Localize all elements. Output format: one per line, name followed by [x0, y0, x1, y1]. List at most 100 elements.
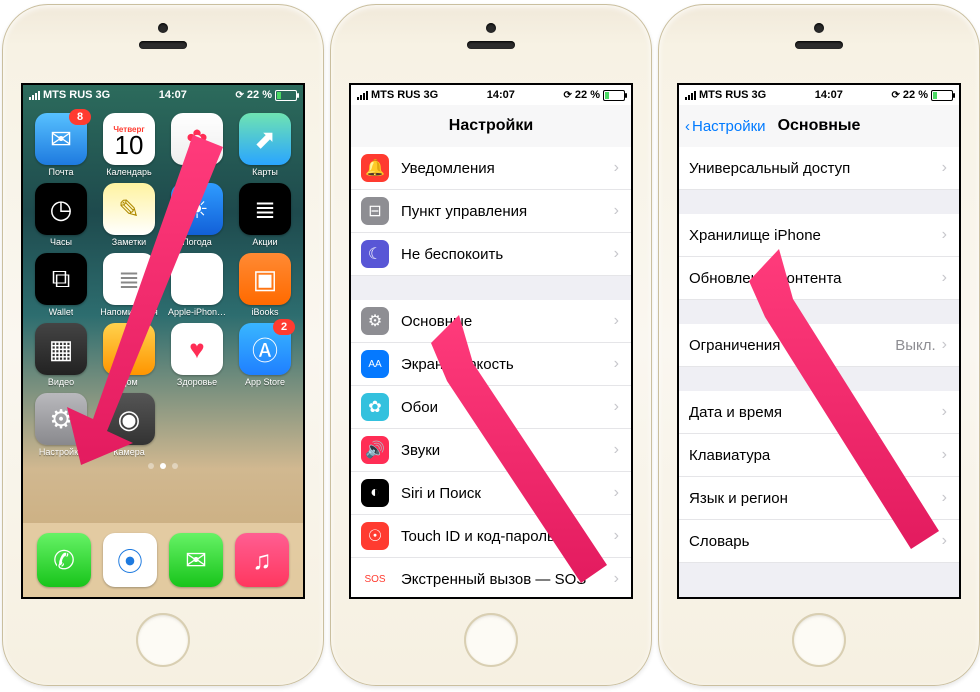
row-label: Не беспокоить — [401, 246, 614, 263]
settings-row-Экран и яркость[interactable]: AAЭкран и яркость› — [351, 343, 631, 386]
settings-row-Основные[interactable]: ⚙︎Основные› — [351, 300, 631, 343]
general-row-Ограничения[interactable]: ОграниченияВыкл.› — [679, 324, 959, 367]
row-label: Звуки — [401, 442, 614, 459]
app-Фото[interactable]: ✿ Фото — [165, 113, 229, 177]
app-Камера[interactable]: ◉Камера — [97, 393, 161, 457]
app-icon: ✎ — [103, 183, 155, 235]
navbar-settings: Настройки — [351, 105, 631, 148]
battery-icon — [931, 90, 953, 101]
chevron-right-icon: › — [614, 527, 619, 545]
camera-dot — [158, 23, 168, 33]
battery-pct: 22 % — [247, 89, 272, 101]
camera-dot — [486, 23, 496, 33]
app-icon: ◷ — [35, 183, 87, 235]
chevron-right-icon: › — [942, 269, 947, 287]
row-label: Универсальный доступ — [689, 160, 942, 177]
app-Почта[interactable]: ✉︎8Почта — [29, 113, 93, 177]
app-Настройки[interactable]: ⚙︎Настройки — [29, 393, 93, 457]
general-row-Дата и время[interactable]: Дата и время› — [679, 391, 959, 434]
chevron-right-icon: › — [614, 398, 619, 416]
app-Карты[interactable]: ⬈Карты — [233, 113, 297, 177]
screen-settings: MTS RUS 3G 14:07 ⟳ 22 % Настройки 🔔Уведо… — [349, 83, 633, 599]
battery-icon — [603, 90, 625, 101]
chevron-right-icon: › — [942, 403, 947, 421]
dock-messages[interactable]: ✉︎ — [169, 533, 223, 587]
row-label: Клавиатура — [689, 447, 942, 464]
battery-icon — [275, 90, 297, 101]
settings-row-Не беспокоить[interactable]: ☾Не беспокоить› — [351, 233, 631, 276]
settings-row-Экстренный вызов — SOS[interactable]: SOSЭкстренный вызов — SOS› — [351, 558, 631, 597]
app-icon: Ⓐ2 — [239, 323, 291, 375]
app-Дом[interactable]: ⌂Дом — [97, 323, 161, 387]
app-Напоминания[interactable]: ≣Напоминания — [97, 253, 161, 317]
row-icon: ◐ — [361, 479, 389, 507]
chevron-left-icon: ‹ — [685, 118, 690, 135]
chevron-right-icon: › — [614, 355, 619, 373]
orientation-lock-icon: ⟳ — [892, 90, 900, 101]
app-Wallet[interactable]: ⧉Wallet — [29, 253, 93, 317]
app-label: Дом — [120, 377, 137, 387]
phone-home: MTS RUS 3G 14:07 ⟳ 22 % ✉︎8ПочтаЧетверг1… — [2, 4, 324, 686]
home-button[interactable] — [792, 613, 846, 667]
app-Часы[interactable]: ◷Часы — [29, 183, 93, 247]
row-icon: ☾ — [361, 240, 389, 268]
app-iBooks[interactable]: ▣iBooks — [233, 253, 297, 317]
app-Календарь[interactable]: Четверг10Календарь — [97, 113, 161, 177]
status-bar: MTS RUS 3G 14:07 ⟳ 22 % — [23, 85, 303, 105]
signal-icon — [357, 91, 368, 100]
carrier-label: MTS RUS — [699, 89, 749, 101]
row-label: Экстренный вызов — SOS — [401, 571, 614, 588]
orientation-lock-icon: ⟳ — [564, 90, 572, 101]
row-icon: 🔔 — [361, 154, 389, 182]
row-icon: ⊟ — [361, 197, 389, 225]
app-icon: ✿ — [171, 113, 223, 165]
status-bar: MTS RUS 3G 14:07 ⟳ 22 % — [679, 85, 959, 105]
settings-row-Звуки[interactable]: 🔊Звуки› — [351, 429, 631, 472]
app-label: Камера — [113, 447, 144, 457]
back-button[interactable]: ‹ Настройки — [685, 118, 766, 135]
row-label: Уведомления — [401, 160, 614, 177]
app-Заметки[interactable]: ✎ Заметки — [97, 183, 161, 247]
settings-row-Уведомления[interactable]: 🔔Уведомления› — [351, 147, 631, 190]
app-Погода[interactable]: ☀︎Погода — [165, 183, 229, 247]
app-label: Напоминания — [100, 307, 157, 317]
settings-row-Siri и Поиск[interactable]: ◐Siri и Поиск› — [351, 472, 631, 515]
app-label: iBooks — [251, 307, 278, 317]
app-label: App Store — [245, 377, 285, 387]
app-label: Акции — [252, 237, 277, 247]
app-Apple-iPhon…[interactable]: Apple-iPhon… — [165, 253, 229, 317]
screen-general: MTS RUS 3G 14:07 ⟳ 22 % ‹ Настройки Осно… — [677, 83, 961, 599]
navbar-general: ‹ Настройки Основные — [679, 105, 959, 148]
app-Здоровье[interactable]: ♥︎Здоровье — [165, 323, 229, 387]
dock-phone[interactable]: ✆ — [37, 533, 91, 587]
dock-safari[interactable]: ⦿ — [103, 533, 157, 587]
settings-row-Обои[interactable]: ✿Обои› — [351, 386, 631, 429]
app-label: Заметки — [112, 237, 146, 247]
settings-row-Пункт управления[interactable]: ⊟Пункт управления› — [351, 190, 631, 233]
app-label: Здоровье — [177, 377, 217, 387]
settings-row-Touch ID и код-пароль[interactable]: ☉Touch ID и код-пароль› — [351, 515, 631, 558]
row-icon: SOS — [361, 565, 389, 593]
general-row-Хранилище iPhone[interactable]: Хранилище iPhone› — [679, 214, 959, 257]
home-button[interactable] — [136, 613, 190, 667]
chevron-right-icon: › — [614, 484, 619, 502]
general-row-Клавиатура[interactable]: Клавиатура› — [679, 434, 959, 477]
home-button[interactable] — [464, 613, 518, 667]
speaker-slot — [139, 41, 187, 49]
app-App Store[interactable]: Ⓐ2 App Store — [233, 323, 297, 387]
app-Акции[interactable]: ≣Акции — [233, 183, 297, 247]
page-title: Основные — [778, 117, 861, 135]
general-row-Обновление контента[interactable]: Обновление контента› — [679, 257, 959, 300]
row-label: Экран и яркость — [401, 356, 614, 373]
app-label: Фото — [187, 167, 208, 177]
speaker-slot — [795, 41, 843, 49]
dock-music[interactable]: ♫ — [235, 533, 289, 587]
dock: ✆⦿✉︎♫ — [23, 523, 303, 597]
clock: 14:07 — [815, 89, 843, 101]
general-row-Словарь[interactable]: Словарь› — [679, 520, 959, 563]
general-row-Язык и регион[interactable]: Язык и регион› — [679, 477, 959, 520]
signal-icon — [29, 91, 40, 100]
row-icon: 🔊 — [361, 436, 389, 464]
general-row-Универсальный доступ[interactable]: Универсальный доступ› — [679, 147, 959, 190]
app-Видео[interactable]: ▦Видео — [29, 323, 93, 387]
